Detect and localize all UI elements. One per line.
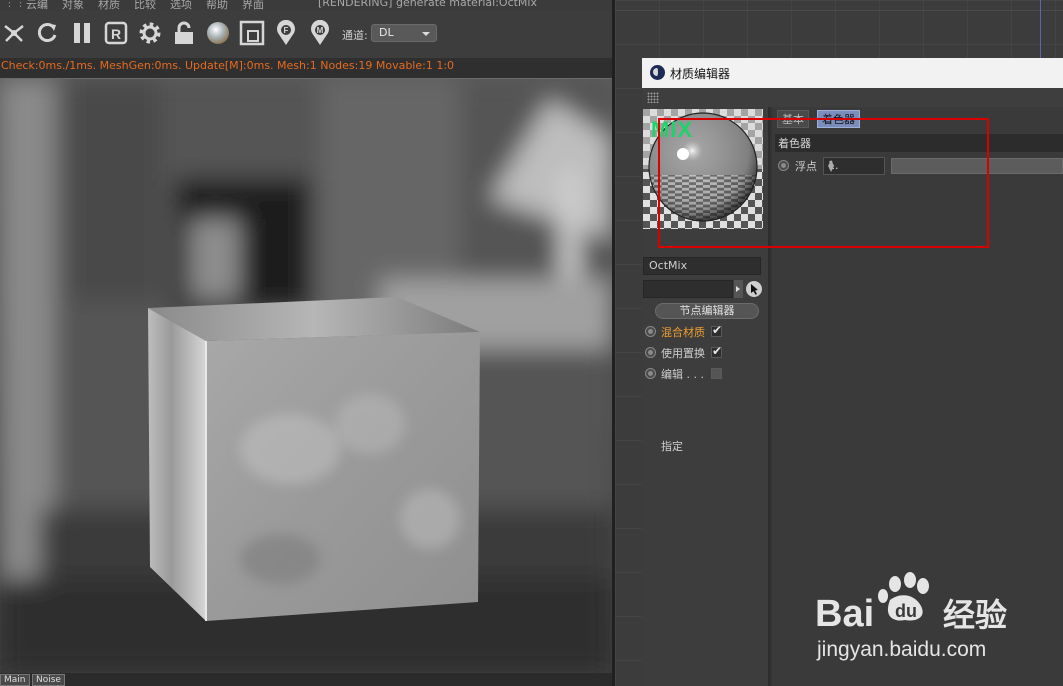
pick-cursor-icon[interactable] <box>746 281 762 297</box>
annotation-highlight-box <box>658 118 989 248</box>
radio-icon[interactable] <box>645 326 656 337</box>
radio-icon[interactable] <box>645 368 656 379</box>
node-editor-button[interactable]: 节点编辑器 <box>655 303 759 319</box>
option-label: 混合材质 <box>661 326 705 339</box>
svg-text:R: R <box>111 26 121 42</box>
chevron-down-icon <box>422 32 430 36</box>
tab-main[interactable]: Main <box>0 674 30 686</box>
option-mix-material[interactable]: 混合材质 ✔ <box>645 323 765 341</box>
svg-text:经验: 经验 <box>943 596 1007 634</box>
checkbox[interactable]: ✔ <box>711 344 723 358</box>
material-name-field[interactable]: OctMix <box>643 257 761 275</box>
material-editor-grip-bar <box>642 88 1063 107</box>
render-scene <box>0 79 612 673</box>
menu-item-cloud[interactable]: 云编 <box>26 0 48 10</box>
viewer-menubar: ⋮⋮ 云编 对象 材质 比较 选项 帮助 界面 [RENDERING] gene… <box>0 0 612 10</box>
viewport-axis-line <box>1040 0 1041 58</box>
menu-item-compare[interactable]: 比较 <box>134 0 156 10</box>
viewer-tab-bar: Main Noise <box>0 673 612 686</box>
material-name-value: OctMix <box>649 259 688 272</box>
channel-select[interactable]: DL <box>371 24 437 42</box>
option-label: 编辑 . . . <box>661 368 704 381</box>
region-icon[interactable] <box>239 20 265 46</box>
pause-icon[interactable] <box>69 20 95 46</box>
svg-text:M: M <box>317 26 324 35</box>
svg-text:F: F <box>284 26 289 35</box>
lock-icon[interactable] <box>171 20 197 46</box>
layer-field[interactable] <box>643 280 733 298</box>
focus-pin-icon[interactable]: F <box>273 20 299 46</box>
option-edit[interactable]: 编辑 . . . <box>645 365 765 383</box>
baidu-jingyan-watermark: Bai 经验 jingyan.baidu.com du <box>815 570 1055 670</box>
sphere-icon[interactable] <box>205 20 231 46</box>
assign-label[interactable]: 指定 <box>661 438 683 454</box>
checkmark-icon: ✔ <box>712 344 723 358</box>
refresh-icon[interactable] <box>34 20 60 46</box>
menu-item-options[interactable]: 选项 <box>170 0 192 10</box>
menu-item-help[interactable]: 帮助 <box>206 0 228 10</box>
node-editor-label: 节点编辑器 <box>679 304 735 317</box>
material-pin-icon[interactable]: M <box>307 20 333 46</box>
viewport-border <box>615 10 1063 11</box>
render-status-line: Check:0ms./1ms. MeshGen:0ms. Update[M]:0… <box>0 58 612 79</box>
radio-icon[interactable] <box>645 347 656 358</box>
render-stats-text: Check:0ms./1ms. MeshGen:0ms. Update[M]:0… <box>1 59 455 72</box>
grip-icon[interactable] <box>647 92 659 103</box>
viewer-toolbar: R F M 通道: <box>0 10 612 59</box>
option-use-displacement[interactable]: 使用置换 ✔ <box>645 344 765 362</box>
checkbox[interactable] <box>711 368 722 379</box>
gear-icon[interactable] <box>137 20 163 46</box>
checkmark-icon: ✔ <box>712 323 723 337</box>
layer-arrow-button[interactable] <box>734 280 743 298</box>
r-icon[interactable]: R <box>103 20 129 46</box>
material-editor-titlebar[interactable]: 材质编辑器 <box>642 58 1063 88</box>
render-image <box>0 79 612 673</box>
svg-text:Bai: Bai <box>815 593 874 635</box>
window-title: [RENDERING] generate material:OctMix <box>318 0 537 9</box>
grip-icon: ⋮⋮ <box>4 0 26 9</box>
svg-text:jingyan.baidu.com: jingyan.baidu.com <box>816 638 986 661</box>
cinema4d-logo-icon <box>650 65 665 80</box>
svg-text:du: du <box>895 601 917 621</box>
menu-item-object[interactable]: 对象 <box>62 0 84 10</box>
channel-value: DL <box>379 26 394 39</box>
material-editor-title: 材质编辑器 <box>670 67 731 81</box>
menu-item-material[interactable]: 材质 <box>98 0 120 10</box>
channel-label: 通道: <box>342 29 368 42</box>
tab-noise[interactable]: Noise <box>32 674 65 686</box>
baidu-logo: Bai 经验 jingyan.baidu.com du <box>815 572 1007 661</box>
menu-item-interface[interactable]: 界面 <box>242 0 264 10</box>
scissors-icon[interactable] <box>1 20 27 46</box>
octane-live-viewer: ⋮⋮ 云编 对象 材质 比较 选项 帮助 界面 [RENDERING] gene… <box>0 0 612 686</box>
checkbox[interactable]: ✔ <box>711 323 723 337</box>
option-label: 使用置换 <box>661 347 705 360</box>
